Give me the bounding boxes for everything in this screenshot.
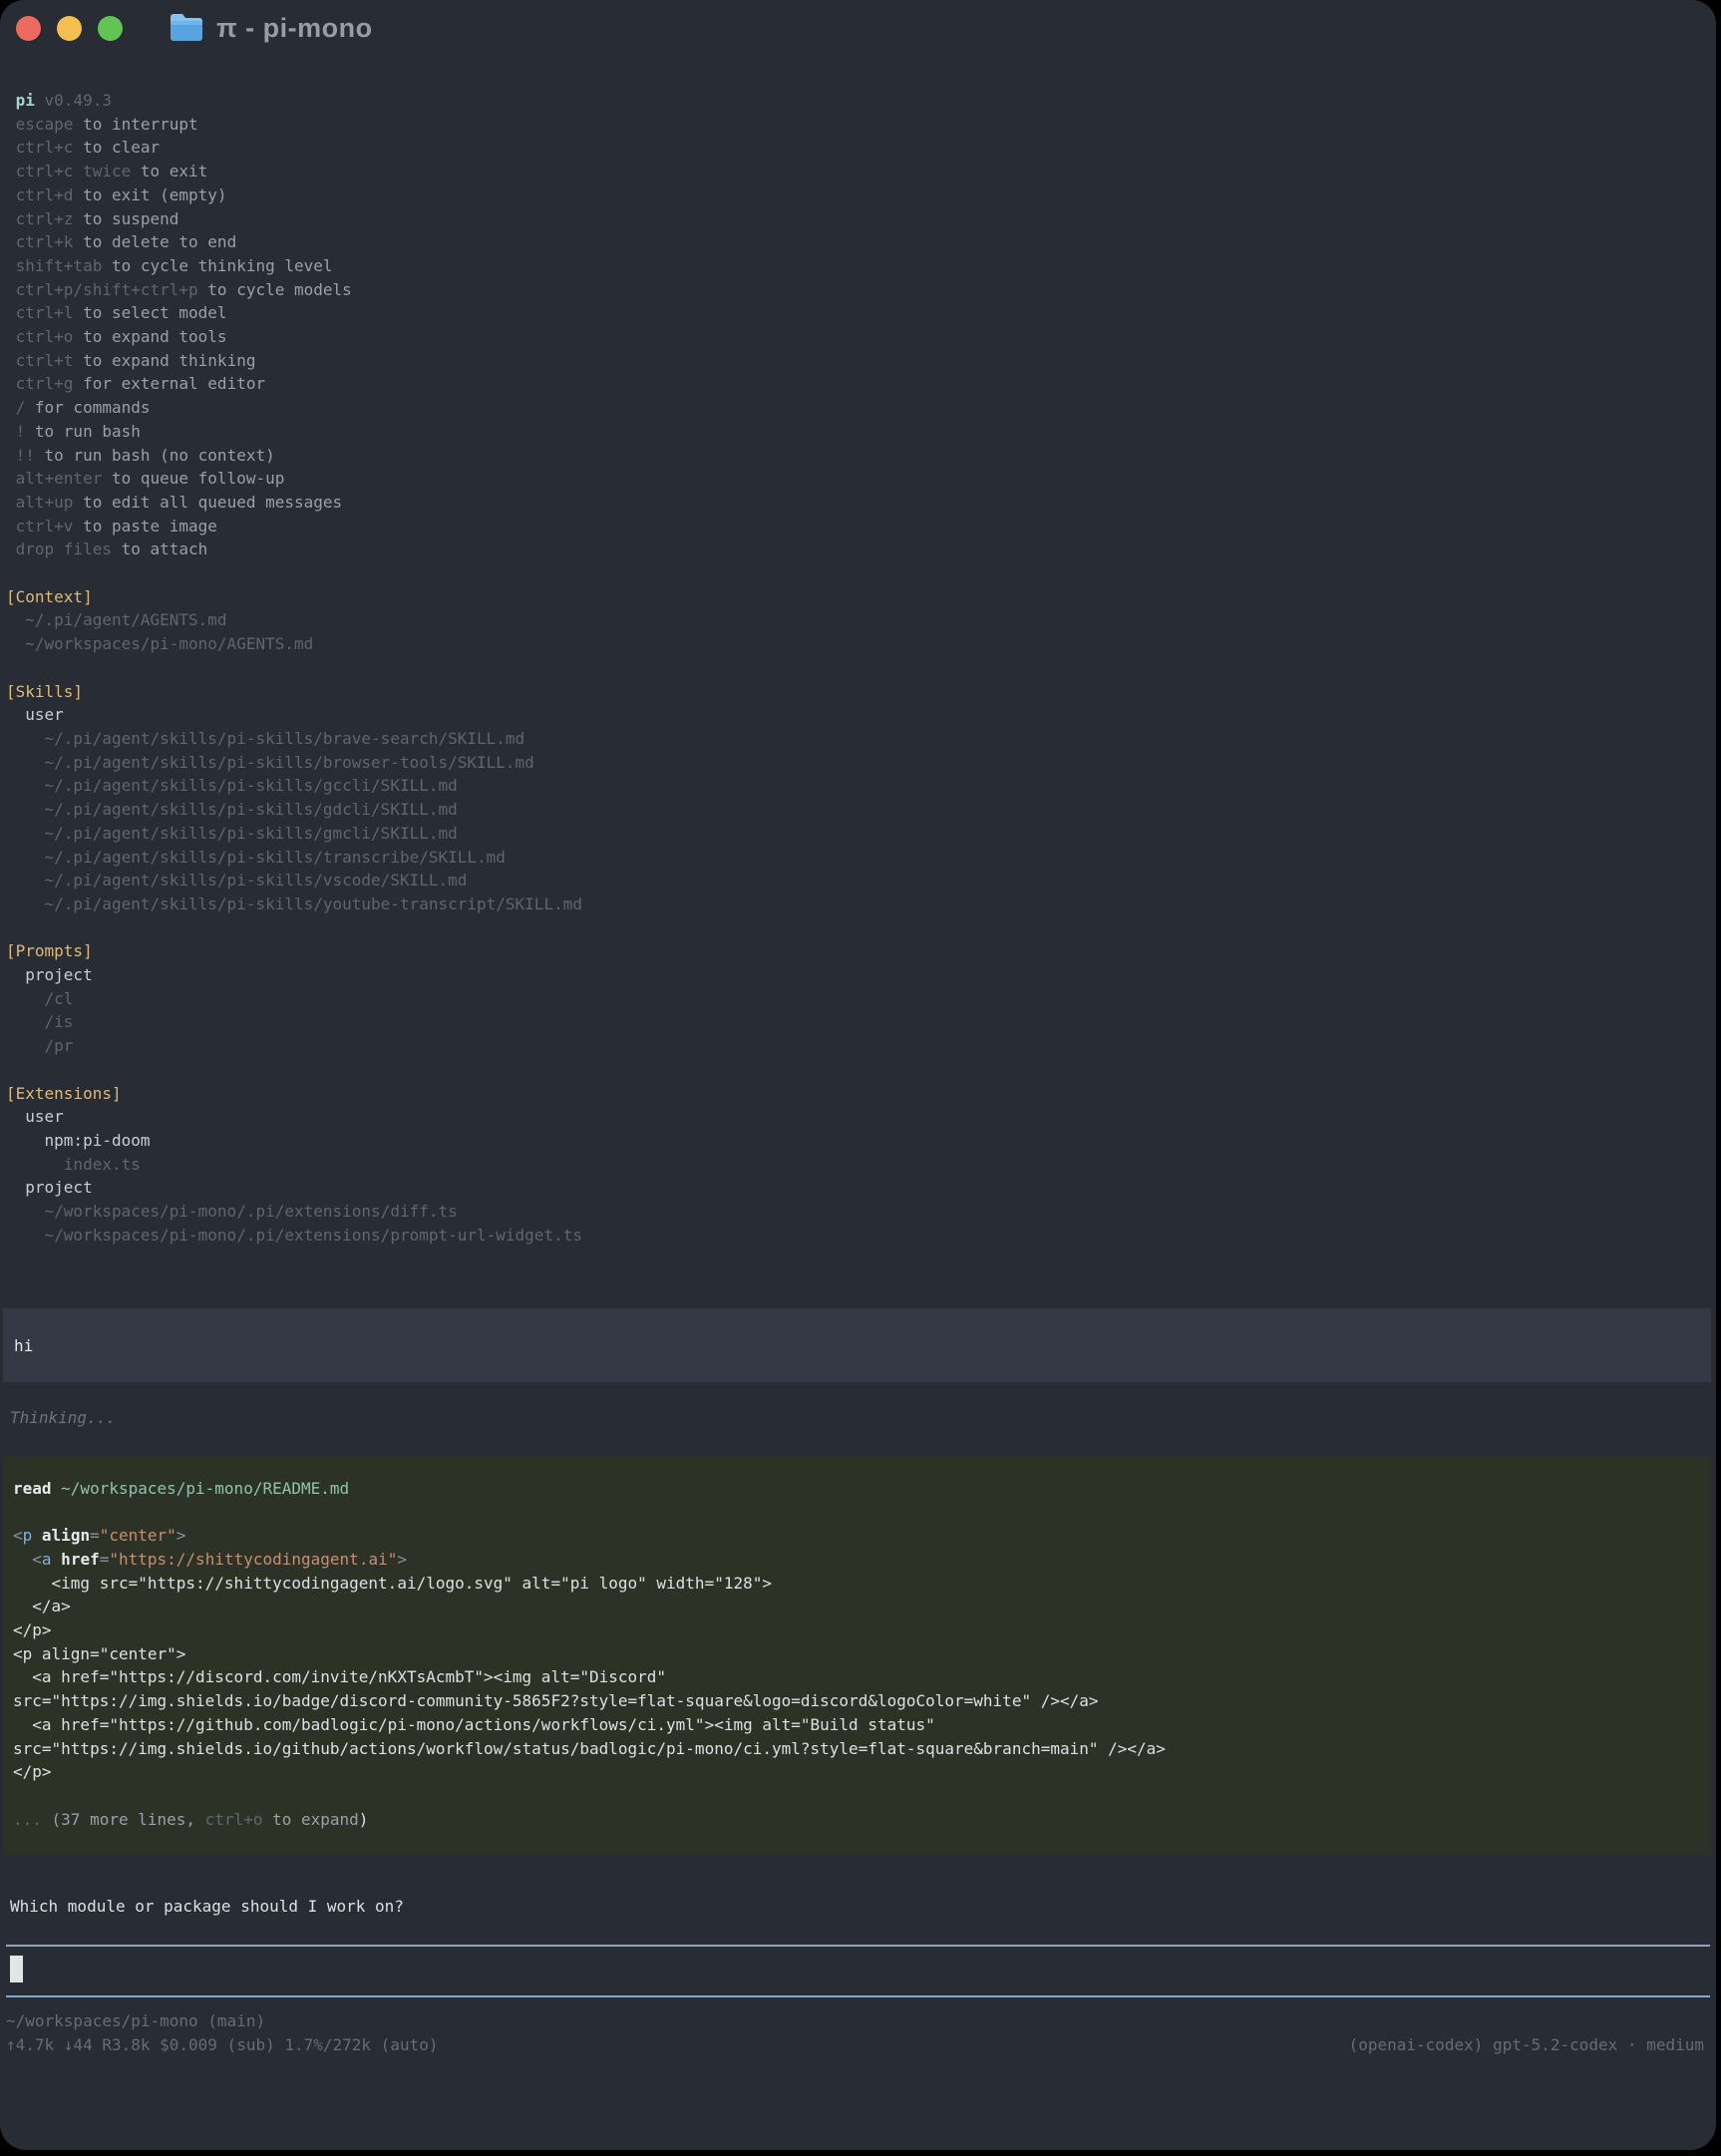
startup-info: pi v0.49.3 escape to interrupt ctrl+c to…	[0, 89, 1716, 1247]
terminal-line: ~/.pi/agent/skills/pi-skills/gdcli/SKILL…	[0, 798, 1716, 822]
terminal-line: <p align="center">	[7, 1524, 1711, 1548]
terminal-line: <p align="center">	[7, 1642, 1711, 1666]
terminal-line: ctrl+v to paste image	[0, 515, 1716, 539]
terminal-line: [Context]	[0, 585, 1716, 609]
terminal-line: read ~/workspaces/pi-mono/README.md	[7, 1477, 1711, 1501]
terminal-line: ~/.pi/agent/skills/pi-skills/transcribe/…	[0, 846, 1716, 870]
terminal-line	[0, 561, 1716, 585]
prompt-input[interactable]	[6, 1945, 1710, 1997]
terminal-line: ~/.pi/agent/skills/pi-skills/gccli/SKILL…	[0, 774, 1716, 798]
terminal-line: ~/workspaces/pi-mono/.pi/extensions/prom…	[0, 1224, 1716, 1248]
terminal-line: alt+enter to queue follow-up	[0, 467, 1716, 491]
terminal-line: index.ts	[0, 1153, 1716, 1177]
terminal-line: ctrl+c to clear	[0, 136, 1716, 160]
text-cursor	[10, 1956, 23, 1982]
model-indicator: (openai-codex) gpt-5.2-codex · medium	[1349, 2033, 1704, 2057]
terminal-line: ctrl+g for external editor	[0, 372, 1716, 396]
assistant-message: Which module or package should I work on…	[0, 1895, 1716, 1919]
terminal-line: </p>	[7, 1618, 1711, 1642]
terminal-line: <img src="https://shittycodingagent.ai/l…	[7, 1572, 1711, 1596]
terminal-line: ~/.pi/agent/skills/pi-skills/youtube-tra…	[0, 893, 1716, 916]
terminal-line: pi v0.49.3	[0, 89, 1716, 113]
zoom-button[interactable]	[98, 16, 123, 41]
terminal-line: alt+up to edit all queued messages	[0, 491, 1716, 515]
terminal-line: ~/workspaces/pi-mono/.pi/extensions/diff…	[0, 1200, 1716, 1224]
folder-icon	[169, 13, 204, 43]
terminal-line: ctrl+c twice to exit	[0, 160, 1716, 183]
terminal-line	[7, 1501, 1711, 1525]
terminal-line: ctrl+p/shift+ctrl+p to cycle models	[0, 278, 1716, 302]
user-message: hi	[3, 1308, 1711, 1382]
terminal-line: [Skills]	[0, 680, 1716, 704]
terminal-line: src="https://img.shields.io/github/actio…	[7, 1737, 1711, 1761]
terminal-line: ! to run bash	[0, 420, 1716, 444]
terminal-line: ~/.pi/agent/skills/pi-skills/brave-searc…	[0, 727, 1716, 751]
terminal-line: ctrl+z to suspend	[0, 207, 1716, 231]
terminal-line: ctrl+d to exit (empty)	[0, 183, 1716, 207]
terminal-line: <a href="https://discord.com/invite/nKXT…	[7, 1665, 1711, 1689]
terminal-line: shift+tab to cycle thinking level	[0, 254, 1716, 278]
minimize-button[interactable]	[57, 16, 82, 41]
status-bar: ~/workspaces/pi-mono (main) ↑4.7k ↓44 R3…	[0, 2009, 1716, 2056]
terminal-line: project	[0, 963, 1716, 987]
terminal-line: drop files to attach	[0, 538, 1716, 561]
terminal-line: /pr	[0, 1034, 1716, 1058]
terminal-line: ... (37 more lines, ctrl+o to expand)	[7, 1808, 1711, 1832]
terminal-line: ~/workspaces/pi-mono/AGENTS.md	[0, 632, 1716, 656]
token-cost-stats: ↑4.7k ↓44 R3.8k $0.009 (sub) 1.7%/272k (…	[6, 2033, 438, 2057]
window-title: π - pi-mono	[216, 13, 373, 44]
terminal-line: [Prompts]	[0, 939, 1716, 963]
terminal-window: π - pi-mono pi v0.49.3 escape to interru…	[0, 0, 1716, 2150]
terminal-line: ~/.pi/agent/skills/pi-skills/gmcli/SKILL…	[0, 822, 1716, 846]
terminal-line: </p>	[7, 1760, 1711, 1784]
terminal-line: user	[0, 1105, 1716, 1129]
terminal-line	[7, 1784, 1711, 1808]
title-bar: π - pi-mono	[0, 0, 1716, 56]
terminal-line: ~/.pi/agent/skills/pi-skills/vscode/SKIL…	[0, 869, 1716, 893]
close-button[interactable]	[16, 16, 41, 41]
terminal-line: <a href="https://github.com/badlogic/pi-…	[7, 1713, 1711, 1737]
terminal-line: ctrl+k to delete to end	[0, 230, 1716, 254]
terminal-line: ctrl+o to expand tools	[0, 325, 1716, 349]
terminal-line	[0, 916, 1716, 940]
terminal-line: npm:pi-doom	[0, 1129, 1716, 1153]
terminal-line	[0, 1058, 1716, 1082]
terminal-line	[0, 656, 1716, 680]
terminal-line: ~/.pi/agent/AGENTS.md	[0, 608, 1716, 632]
terminal-line: [Extensions]	[0, 1082, 1716, 1106]
terminal-line: project	[0, 1176, 1716, 1200]
terminal-line: / for commands	[0, 396, 1716, 420]
terminal-line: escape to interrupt	[0, 113, 1716, 137]
terminal-line: /cl	[0, 987, 1716, 1011]
terminal-line: src="https://img.shields.io/badge/discor…	[7, 1689, 1711, 1713]
thinking-indicator: Thinking...	[0, 1406, 1716, 1430]
terminal-line: <a href="https://shittycodingagent.ai">	[7, 1548, 1711, 1572]
terminal-line: ctrl+t to expand thinking	[0, 349, 1716, 373]
title-group: π - pi-mono	[169, 13, 373, 44]
terminal-line: </a>	[7, 1595, 1711, 1618]
cwd-branch-status: ~/workspaces/pi-mono (main)	[0, 2009, 1716, 2033]
terminal-line: ctrl+l to select model	[0, 301, 1716, 325]
traffic-lights	[16, 16, 123, 41]
terminal-line: /is	[0, 1010, 1716, 1034]
terminal-line: user	[0, 703, 1716, 727]
terminal-line: !! to run bash (no context)	[0, 444, 1716, 468]
tool-call-read-block: read ~/workspaces/pi-mono/README.md <p a…	[3, 1456, 1711, 1856]
user-message-text: hi	[3, 1334, 1711, 1358]
terminal-line: ~/.pi/agent/skills/pi-skills/browser-too…	[0, 751, 1716, 775]
